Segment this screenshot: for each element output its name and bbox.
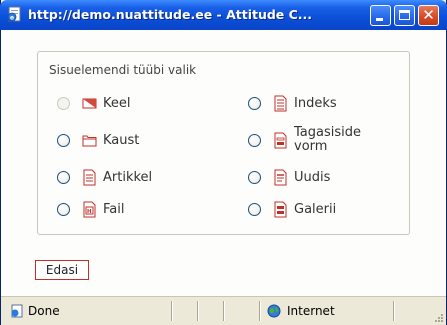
- svg-text:H: H: [87, 209, 92, 215]
- option-label: Galerii: [294, 202, 337, 217]
- option-fail[interactable]: H Fail: [57, 201, 207, 223]
- index-document-icon: [274, 95, 287, 112]
- security-zone-label: Internet: [287, 304, 335, 318]
- window-title: http://demo.nuattitude.ee - Attitude C..…: [28, 7, 313, 22]
- status-divider: [259, 301, 260, 321]
- popup-window: e http://demo.nuattitude.ee - Attitude C…: [0, 0, 447, 325]
- status-bar: Done Internet: [1, 296, 446, 325]
- radio-keel[interactable]: [57, 97, 70, 110]
- document-icon: [83, 169, 96, 186]
- internet-globe-icon: [267, 304, 281, 318]
- option-label: Uudis: [294, 170, 331, 185]
- option-label: Indeks: [294, 96, 337, 111]
- maximize-icon: [399, 10, 410, 20]
- option-tagasiside-vorm[interactable]: Tagasiside vorm: [248, 126, 398, 160]
- option-uudis[interactable]: Uudis: [248, 169, 398, 191]
- title-bar[interactable]: e http://demo.nuattitude.ee - Attitude C…: [0, 0, 447, 30]
- fieldset-legend: Sisuelemendi tüübi valik: [46, 63, 200, 77]
- svg-text:e: e: [10, 15, 14, 22]
- radio-artikkel[interactable]: [57, 171, 70, 184]
- option-galerii[interactable]: Galerii: [248, 201, 398, 223]
- news-icon: [274, 169, 287, 186]
- status-divider: [223, 301, 224, 321]
- gallery-icon: [274, 201, 287, 218]
- option-label: Tagasiside vorm: [294, 125, 361, 154]
- option-keel[interactable]: Keel: [57, 95, 207, 117]
- status-text: Done: [28, 304, 60, 318]
- option-label: Fail: [103, 202, 125, 217]
- option-label: Kaust: [103, 133, 140, 148]
- option-artikkel[interactable]: Artikkel: [57, 169, 207, 191]
- ie-page-icon: e: [7, 6, 21, 22]
- radio-galerii[interactable]: [248, 203, 261, 216]
- flag-icon: [82, 98, 97, 109]
- radio-indeks[interactable]: [248, 97, 261, 110]
- folder-icon: [82, 135, 97, 147]
- status-divider: [197, 301, 198, 321]
- minimize-button[interactable]: [370, 5, 391, 26]
- resize-grip-icon[interactable]: [433, 312, 444, 323]
- close-button[interactable]: ✕: [418, 5, 439, 26]
- edasi-button[interactable]: Edasi: [35, 260, 89, 280]
- option-kaust[interactable]: Kaust: [57, 132, 207, 154]
- page-done-icon: [11, 304, 23, 318]
- radio-fail[interactable]: [57, 203, 70, 216]
- option-label: Artikkel: [103, 170, 153, 185]
- close-icon: ✕: [422, 6, 435, 24]
- maximize-button[interactable]: [394, 5, 415, 26]
- radio-uudis[interactable]: [248, 171, 261, 184]
- option-label: Keel: [103, 96, 131, 111]
- status-divider: [171, 301, 172, 321]
- option-indeks[interactable]: Indeks: [248, 95, 398, 117]
- status-divider: [393, 301, 394, 321]
- minimize-icon: [376, 18, 383, 21]
- file-icon: H: [83, 201, 96, 218]
- radio-kaust[interactable]: [57, 134, 70, 147]
- feedback-form-icon: [274, 132, 287, 149]
- radio-tagasiside-vorm[interactable]: [248, 134, 261, 147]
